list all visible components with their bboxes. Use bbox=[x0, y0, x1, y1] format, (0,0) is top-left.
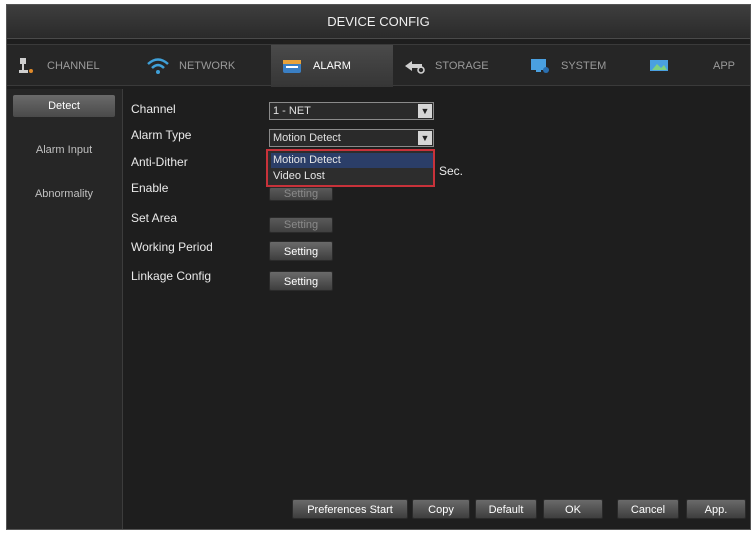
copy-button[interactable]: Copy bbox=[412, 499, 470, 519]
working-period-setting-button[interactable]: Setting bbox=[269, 241, 333, 261]
alarm-type-option-video-lost[interactable]: Video Lost bbox=[271, 169, 433, 184]
cancel-button[interactable]: Cancel bbox=[617, 499, 679, 519]
window-title: DEVICE CONFIG bbox=[7, 5, 750, 39]
tab-system[interactable]: SYSTEM bbox=[527, 45, 606, 87]
preferences-start-button[interactable]: Preferences Start bbox=[292, 499, 408, 519]
anti-dither-unit: Sec. bbox=[439, 164, 464, 178]
channel-label: Channel bbox=[131, 102, 176, 116]
chevron-down-icon: ▼ bbox=[418, 131, 432, 145]
tab-bar: CHANNEL NETWORK ALARM STORAGE SYSTEM APP bbox=[7, 44, 750, 87]
device-config-window: DEVICE CONFIG CHANNEL NETWORK ALARM STOR… bbox=[6, 4, 751, 530]
sidebar: Detect Alarm Input Abnormality bbox=[7, 89, 123, 529]
sidebar-item-abnormality[interactable]: Abnormality bbox=[13, 183, 115, 205]
alarm-type-option-motion-detect[interactable]: Motion Detect bbox=[271, 153, 433, 168]
ok-button[interactable]: OK bbox=[543, 499, 603, 519]
alarm-type-label: Alarm Type bbox=[131, 128, 192, 142]
working-period-label: Working Period bbox=[131, 240, 213, 254]
alarm-type-select[interactable]: Motion Detect ▼ bbox=[269, 129, 434, 147]
footer-buttons: Preferences Start Copy Default OK Cancel… bbox=[123, 499, 750, 527]
default-button[interactable]: Default bbox=[475, 499, 537, 519]
camera-icon bbox=[13, 55, 39, 77]
tab-app[interactable]: APP bbox=[647, 45, 735, 87]
chevron-down-icon: ▼ bbox=[418, 104, 432, 118]
channel-select[interactable]: 1 - NET ▼ bbox=[269, 102, 434, 120]
storage-icon bbox=[401, 55, 427, 77]
system-icon bbox=[527, 55, 553, 77]
sidebar-item-alarm-input[interactable]: Alarm Input bbox=[13, 139, 115, 161]
tab-storage[interactable]: STORAGE bbox=[401, 45, 489, 87]
linkage-config-setting-button[interactable]: Setting bbox=[269, 271, 333, 291]
wifi-icon bbox=[145, 55, 171, 77]
anti-dither-label: Anti-Dither bbox=[131, 155, 188, 169]
alarm-icon bbox=[279, 55, 305, 77]
alarm-type-dropdown: Motion Detect Video Lost bbox=[266, 149, 435, 187]
set-area-setting-button[interactable]: Setting bbox=[269, 217, 333, 233]
detect-panel: Channel 1 - NET ▼ Alarm Type Motion Dete… bbox=[123, 89, 750, 529]
sidebar-item-detect[interactable]: Detect bbox=[13, 95, 115, 117]
set-area-label: Set Area bbox=[131, 211, 178, 225]
tab-channel[interactable]: CHANNEL bbox=[13, 45, 100, 87]
enable-setting-button[interactable]: Setting bbox=[269, 187, 333, 201]
tab-network[interactable]: NETWORK bbox=[145, 45, 235, 87]
linkage-config-label: Linkage Config bbox=[131, 269, 212, 283]
tab-alarm[interactable]: ALARM bbox=[271, 45, 393, 87]
enable-label: Enable bbox=[131, 181, 169, 195]
apply-button[interactable]: App. bbox=[686, 499, 746, 519]
app-icon bbox=[647, 55, 673, 77]
